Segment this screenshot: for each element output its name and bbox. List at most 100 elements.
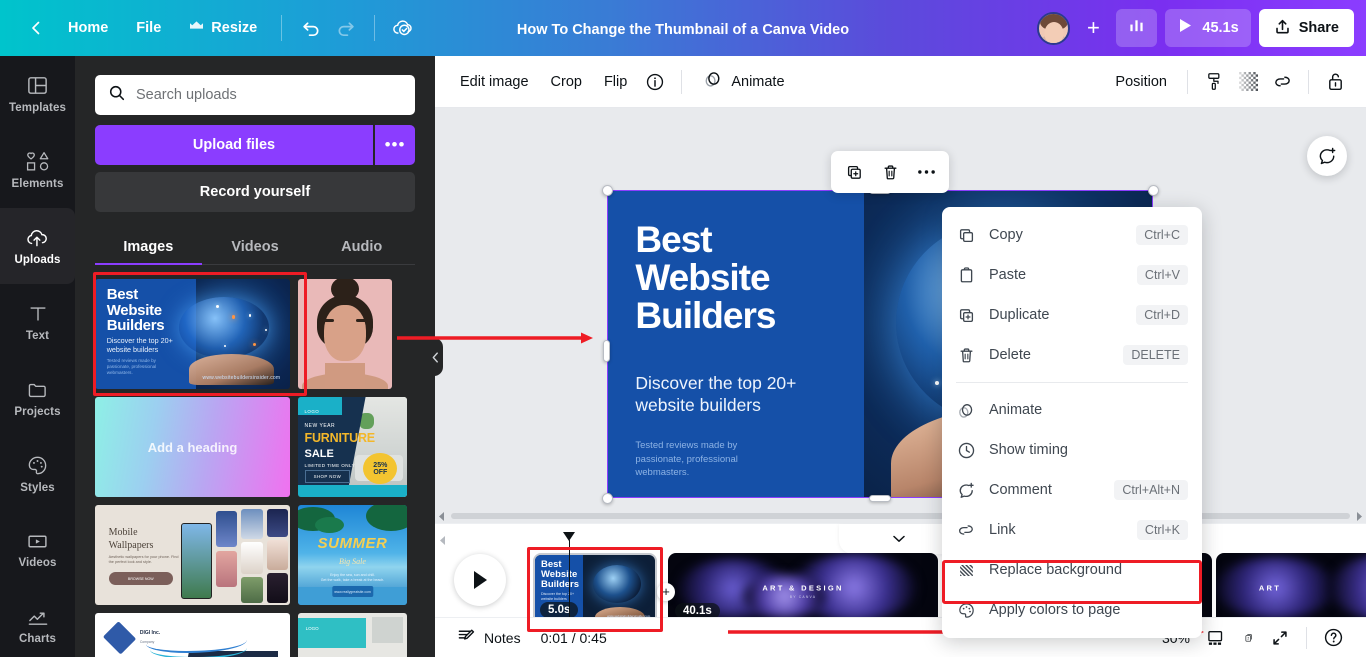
color-roller-icon[interactable] xyxy=(1197,65,1231,99)
insights-button[interactable] xyxy=(1116,9,1157,47)
duplicate-icon[interactable] xyxy=(837,155,871,189)
context-menu-item-comment[interactable]: Comment Ctrl+Alt+N xyxy=(942,470,1202,510)
timeline-scene-4[interactable]: ART xyxy=(1216,553,1366,625)
elements-icon xyxy=(25,150,51,173)
search-input[interactable] xyxy=(136,87,402,103)
playback-time: 0:01 / 0:45 xyxy=(541,630,607,646)
sidebar-item-text[interactable]: Text xyxy=(0,284,75,360)
home-button[interactable]: Home xyxy=(54,13,122,43)
timeline-play-button[interactable] xyxy=(454,554,506,606)
design-title[interactable]: How To Change the Thumbnail of a Canva V… xyxy=(509,18,857,42)
more-icon[interactable] xyxy=(909,155,943,189)
context-menu-item-link[interactable]: Link Ctrl+K xyxy=(942,510,1202,550)
upload-thumb-corporate-banner[interactable]: DIGI Inc. Company xyxy=(95,613,290,657)
resize-handle-bottom[interactable] xyxy=(869,495,891,502)
back-button[interactable] xyxy=(18,10,54,46)
resize-handle-left[interactable] xyxy=(603,340,610,362)
canvas-horizontal-scrollbar[interactable] xyxy=(435,509,1366,523)
grid-view-icon[interactable] xyxy=(1198,623,1236,653)
trash-icon xyxy=(956,346,976,365)
uploads-tabs: Images Videos Audio xyxy=(95,230,415,265)
sidebar-item-elements[interactable]: Elements xyxy=(0,132,75,208)
search-uploads-field[interactable] xyxy=(95,75,415,115)
sidebar-item-templates[interactable]: Templates xyxy=(0,56,75,132)
scroll-left-arrow[interactable] xyxy=(435,512,449,521)
file-menu-button[interactable]: File xyxy=(122,13,175,43)
timeline-collapse-button[interactable] xyxy=(839,524,959,554)
trash-icon[interactable] xyxy=(873,155,907,189)
resize-button[interactable]: Resize xyxy=(175,13,271,43)
upload-thumb-add-a-heading[interactable]: Add a heading xyxy=(95,397,290,497)
divider xyxy=(681,70,682,94)
context-menu-item-show-timing[interactable]: Show timing xyxy=(942,430,1202,470)
sidebar-item-uploads[interactable]: Uploads xyxy=(0,208,75,284)
upload-more-button[interactable]: ••• xyxy=(375,125,415,165)
flip-button[interactable]: Flip xyxy=(593,67,638,97)
upload-thumb-best-website-builders[interactable]: BestWebsiteBuilders Discover the top 20+… xyxy=(95,279,290,389)
resize-handle-bl[interactable] xyxy=(602,493,613,504)
context-menu-item-animate[interactable]: Animate xyxy=(942,390,1202,430)
upload-files-button[interactable]: Upload files xyxy=(95,125,373,165)
context-menu-item-delete[interactable]: Delete DELETE xyxy=(942,335,1202,375)
scroll-track[interactable] xyxy=(451,513,1350,519)
sidebar-item-videos[interactable]: Videos xyxy=(0,512,75,588)
tab-images[interactable]: Images xyxy=(95,230,202,264)
info-icon[interactable] xyxy=(638,65,672,99)
sidebar-item-styles[interactable]: Styles xyxy=(0,436,75,512)
thumb-url: www.websitebuildersinsider.com xyxy=(203,375,281,381)
lock-icon[interactable] xyxy=(1318,65,1352,99)
record-yourself-button[interactable]: Record yourself xyxy=(95,172,415,212)
edit-image-button[interactable]: Edit image xyxy=(449,67,540,97)
tab-videos[interactable]: Videos xyxy=(202,230,309,264)
redo-button[interactable] xyxy=(328,10,364,46)
crop-button[interactable]: Crop xyxy=(540,67,593,97)
play-preview-button[interactable]: 45.1s xyxy=(1165,9,1250,47)
context-menu-label: Duplicate xyxy=(989,307,1123,323)
timeline-scene-2[interactable]: ART & DESIGN BY CANVA 40.1s xyxy=(668,553,938,625)
link-icon[interactable] xyxy=(1265,65,1299,99)
status-bar: Notes 0:01 / 0:45 30% 2 xyxy=(435,617,1366,657)
thumb-title: SUMMER xyxy=(318,535,388,552)
context-menu-item-copy[interactable]: Copy Ctrl+C xyxy=(942,215,1202,255)
context-menu-item-replace-background[interactable]: Replace background xyxy=(942,550,1202,590)
page-heading: BestWebsiteBuilders xyxy=(635,221,775,335)
context-menu-item-duplicate[interactable]: Duplicate Ctrl+D xyxy=(942,295,1202,335)
video-icon xyxy=(26,531,49,552)
notes-button[interactable]: Notes xyxy=(449,621,529,654)
add-scene-button[interactable]: + xyxy=(657,583,675,601)
context-menu-item-paste[interactable]: Paste Ctrl+V xyxy=(942,255,1202,295)
upload-thumb-mobile-wallpapers[interactable]: MobileWallpapers Aesthetic wallpapers fo… xyxy=(95,505,290,605)
animate-button[interactable]: Animate xyxy=(691,63,795,100)
upload-thumb-portrait[interactable] xyxy=(298,279,392,389)
sidebar-item-charts[interactable]: Charts xyxy=(0,588,75,657)
timeline-scene-1[interactable]: BestWebsiteBuilders Discover the top 20+… xyxy=(533,553,657,625)
thumb-title: BestWebsiteBuilders xyxy=(107,287,165,335)
upload-thumb-furniture-sale[interactable]: LOGO NEW YEAR FURNITURE SALE LIMITED TIM… xyxy=(298,397,407,497)
comment-icon xyxy=(956,481,976,500)
context-menu-item-apply-colors-to-page[interactable]: Apply colors to page xyxy=(942,590,1202,630)
sidebar-item-projects[interactable]: Projects xyxy=(0,360,75,436)
avatar[interactable] xyxy=(1037,12,1070,45)
add-comment-icon[interactable] xyxy=(1307,136,1347,176)
timeline-scroll-left[interactable] xyxy=(437,530,449,550)
upload-thumb-summer-sale[interactable]: SUMMER Big Sale Enjoy the sea, sun and c… xyxy=(298,505,407,605)
fullscreen-icon[interactable] xyxy=(1262,622,1298,654)
help-icon[interactable] xyxy=(1315,621,1352,654)
upload-thumb-minimalist-furniture[interactable]: LOGO MinimalistFurniture REVIEW xyxy=(298,613,407,657)
search-icon xyxy=(108,84,126,107)
pages-icon[interactable]: 2 xyxy=(1236,626,1262,650)
resize-handle-tl[interactable] xyxy=(602,185,613,196)
invite-members-button[interactable]: + xyxy=(1078,13,1108,43)
canvas-area[interactable]: BestWebsiteBuilders Discover the top 20+… xyxy=(435,108,1366,523)
scroll-right-arrow[interactable] xyxy=(1352,512,1366,521)
tab-audio[interactable]: Audio xyxy=(308,230,415,264)
collapse-panel-button[interactable] xyxy=(427,338,443,376)
undo-button[interactable] xyxy=(292,10,328,46)
cloud-saved-icon[interactable] xyxy=(385,10,421,46)
position-button[interactable]: Position xyxy=(1104,67,1178,97)
resize-handle-tr[interactable] xyxy=(1148,185,1159,196)
chart-line-icon xyxy=(26,607,50,628)
share-button[interactable]: Share xyxy=(1259,9,1354,47)
transparency-icon[interactable] xyxy=(1231,65,1265,99)
share-upload-icon xyxy=(1274,18,1291,39)
